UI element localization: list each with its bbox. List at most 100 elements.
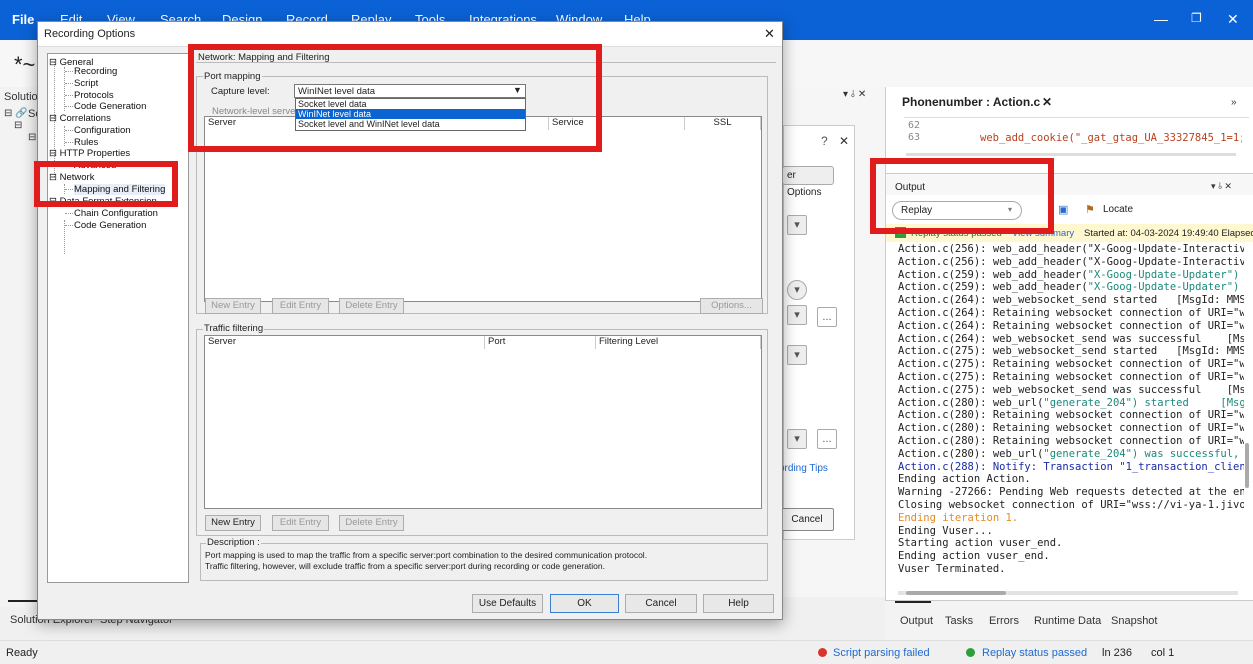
output-log-line: Action.c(256): web_add_header("X-Goog-Up…: [898, 255, 1244, 268]
tab-snapshot[interactable]: Snapshot: [1111, 615, 1157, 627]
tree-node-recording[interactable]: Recording: [74, 66, 117, 77]
dropdown-arrow-icon[interactable]: ▾: [787, 305, 807, 325]
output-log-line: Action.c(280): Retaining websocket conne…: [898, 422, 1244, 435]
script-modified-marker: *~: [14, 52, 36, 77]
description-line-1: Port mapping is used to map the traffic …: [205, 550, 648, 560]
tree-node-http-properties[interactable]: ⊟ HTTP Properties: [49, 148, 130, 159]
options-button[interactable]: Options...: [700, 298, 763, 314]
column-indicator: col 1: [1151, 647, 1175, 659]
script-parsing-status[interactable]: Script parsing failed: [833, 647, 930, 659]
editor-tab-title[interactable]: Phonenumber : Action.c: [902, 95, 1040, 109]
dropdown-arrow-icon[interactable]: ▾: [787, 215, 807, 235]
ok-button[interactable]: OK: [550, 594, 619, 613]
tree-node-code-generation-2[interactable]: Code Generation: [74, 220, 146, 231]
tree-node-correlations[interactable]: ⊟ Correlations: [49, 113, 111, 124]
output-log-line: Closing websocket connection of URI="wss…: [898, 498, 1244, 511]
output-log-line: Ending action vuser_end.: [898, 550, 1050, 563]
line-number: 63: [908, 132, 921, 143]
replay-status[interactable]: Replay status passed: [982, 647, 1087, 659]
tree-expand-icon[interactable]: ⊟ 🔗: [4, 108, 28, 119]
tree-node-rules[interactable]: Rules: [74, 137, 98, 148]
traffic-filtering-label: Traffic filtering: [203, 323, 265, 334]
output-icon[interactable]: ▣: [1058, 203, 1068, 216]
edit-entry-button[interactable]: Edit Entry: [272, 298, 329, 314]
tree-expand-icon[interactable]: ⊟: [14, 120, 22, 131]
line-number: 62: [908, 120, 921, 131]
output-log-line: Action.c(280): web_url("generate_204") s…: [898, 396, 1244, 409]
dropdown-option[interactable]: Socket level and WinINet level data: [296, 119, 525, 129]
code-line: web_add_cookie("_gat_gtag_UA_33327845_1=…: [980, 132, 1242, 144]
horizontal-scrollbar[interactable]: [898, 591, 1238, 595]
help-icon[interactable]: ?: [821, 134, 828, 148]
annotation-box-tree-mapping: [34, 161, 178, 207]
output-log-line: Starting action vuser_end.: [898, 537, 1063, 550]
locate-button[interactable]: Locate: [1103, 204, 1133, 215]
options-tree: ⊟ General Recording Script Protocols Cod…: [47, 53, 189, 583]
output-tabs: Output Tasks Errors Runtime Data Snapsho…: [885, 600, 1253, 640]
tree-node-configuration[interactable]: Configuration: [74, 125, 131, 136]
help-button[interactable]: Help: [703, 594, 774, 613]
window-close-icon[interactable]: ✕: [1227, 11, 1239, 28]
tab-errors[interactable]: Errors: [989, 615, 1019, 627]
annotation-box-output-replay: [870, 158, 1054, 234]
browse-button[interactable]: ...: [817, 307, 837, 327]
dropdown-arrow-icon[interactable]: ▾: [787, 429, 807, 449]
use-defaults-button[interactable]: Use Defaults: [472, 594, 543, 613]
output-log-line: Ending iteration 1.: [898, 511, 1019, 524]
tree-node-script[interactable]: Script: [74, 78, 98, 89]
locate-icon[interactable]: ⚑: [1085, 203, 1095, 216]
close-icon[interactable]: ✕: [764, 26, 775, 42]
browse-button[interactable]: ...: [817, 429, 837, 449]
traffic-filtering-list[interactable]: Server Port Filtering Level: [204, 335, 762, 509]
pane-pin-icon[interactable]: ▾ ⫰ ✕: [1211, 181, 1232, 192]
tab-output[interactable]: Output: [900, 615, 933, 627]
restore-icon[interactable]: ❐: [1191, 11, 1202, 25]
column-header[interactable]: Filtering Level: [596, 336, 761, 349]
output-log-line: Action.c(280): Retaining websocket conne…: [898, 434, 1244, 447]
column-header[interactable]: Port: [485, 336, 596, 349]
tree-node-protocols[interactable]: Protocols: [74, 90, 114, 101]
horizontal-scrollbar[interactable]: [906, 153, 1236, 156]
tree-node-chain-configuration[interactable]: Chain Configuration: [74, 208, 158, 219]
traffic-delete-entry-button[interactable]: Delete Entry: [339, 515, 404, 531]
tab-tasks[interactable]: Tasks: [945, 615, 973, 627]
dialog-title: Recording Options: [44, 28, 136, 40]
dropdown-arrow-icon[interactable]: ▾: [787, 280, 807, 300]
editor-tab-close-icon[interactable]: ✕: [1042, 95, 1052, 109]
dropdown-arrow-icon[interactable]: ▾: [787, 345, 807, 365]
status-ready: Ready: [6, 647, 38, 659]
dropdown-option-selected[interactable]: WinINet level data: [296, 109, 525, 119]
output-log-line: Action.c(264): Retaining websocket conne…: [898, 306, 1244, 319]
background-dialog: ? ✕ er Options ▾ ▾ ▾ ... ▾ ▾ ... cording…: [774, 125, 855, 540]
column-header[interactable]: SSL: [685, 117, 761, 130]
close-icon[interactable]: ✕: [839, 134, 849, 148]
dropdown-option[interactable]: Socket level data: [296, 99, 525, 109]
cancel-button[interactable]: Cancel: [625, 594, 697, 613]
new-entry-button[interactable]: New Entry: [205, 298, 261, 314]
tree-expand-icon[interactable]: ⊟: [28, 132, 36, 143]
output-log-line: Ending action Action.: [898, 473, 1031, 486]
column-header[interactable]: Server: [205, 336, 485, 349]
line-indicator: ln 236: [1102, 647, 1132, 659]
output-log-line: Vuser Terminated.: [898, 562, 1006, 573]
minimize-icon[interactable]: —: [1154, 11, 1168, 27]
started-text: Started at: 04-03-2024 19:49:40 Elapsed: [1084, 228, 1253, 239]
output-log-line: Warning -27266: Pending Web requests det…: [898, 486, 1244, 499]
output-log-line: Action.c(275): Retaining websocket conne…: [898, 370, 1244, 383]
traffic-edit-entry-button[interactable]: Edit Entry: [272, 515, 329, 531]
background-cancel-button[interactable]: Cancel: [780, 508, 834, 531]
pane-pin-icon[interactable]: ▾ ⫰ ✕: [843, 89, 866, 100]
output-log-line: Action.c(264): web_websocket_send was su…: [898, 332, 1244, 345]
menu-file[interactable]: File: [12, 12, 34, 27]
tab-runtime-data[interactable]: Runtime Data: [1034, 615, 1101, 627]
output-log[interactable]: Action.c(256): web_add_header("X-Goog-Up…: [898, 243, 1244, 573]
capture-level-dropdown[interactable]: Socket level data WinINet level data Soc…: [295, 98, 526, 131]
chevron-down-icon[interactable]: »: [1231, 97, 1237, 108]
code-editor[interactable]: 62 63 web_add_cookie("_gat_gtag_UA_33327…: [904, 117, 1249, 152]
tree-node-code-generation[interactable]: Code Generation: [74, 101, 146, 112]
delete-entry-button[interactable]: Delete Entry: [339, 298, 404, 314]
traffic-new-entry-button[interactable]: New Entry: [205, 515, 261, 531]
vertical-scrollbar[interactable]: [1244, 243, 1250, 573]
user-options-button[interactable]: er Options: [782, 166, 834, 198]
output-log-line: Action.c(280): web_url("generate_204") w…: [898, 447, 1244, 460]
